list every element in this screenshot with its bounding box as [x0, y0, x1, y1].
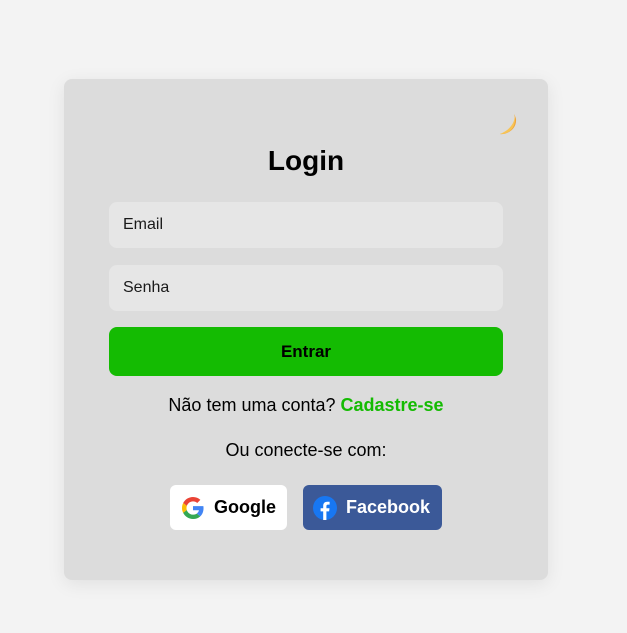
signup-prompt: Não tem uma conta? Cadastre-se: [64, 395, 548, 416]
moon-icon: [492, 110, 520, 143]
login-card: Login Entrar Não tem uma conta? Cadastre…: [64, 79, 548, 580]
page-title: Login: [267, 145, 345, 176]
google-login-button[interactable]: Google: [170, 485, 287, 530]
signup-prompt-text: Não tem uma conta?: [168, 395, 341, 415]
facebook-button-label: Facebook: [346, 497, 431, 517]
email-field[interactable]: [109, 202, 503, 248]
social-connect-label: Ou conecte-se com:: [225, 440, 387, 460]
google-icon: [181, 496, 205, 520]
login-button[interactable]: Entrar: [109, 327, 503, 376]
facebook-icon: [313, 495, 337, 520]
theme-toggle-button[interactable]: [491, 111, 521, 141]
facebook-login-button[interactable]: Facebook: [303, 485, 442, 530]
signup-link[interactable]: Cadastre-se: [341, 395, 444, 415]
password-field[interactable]: [109, 265, 503, 311]
google-button-label: Google: [214, 497, 276, 517]
